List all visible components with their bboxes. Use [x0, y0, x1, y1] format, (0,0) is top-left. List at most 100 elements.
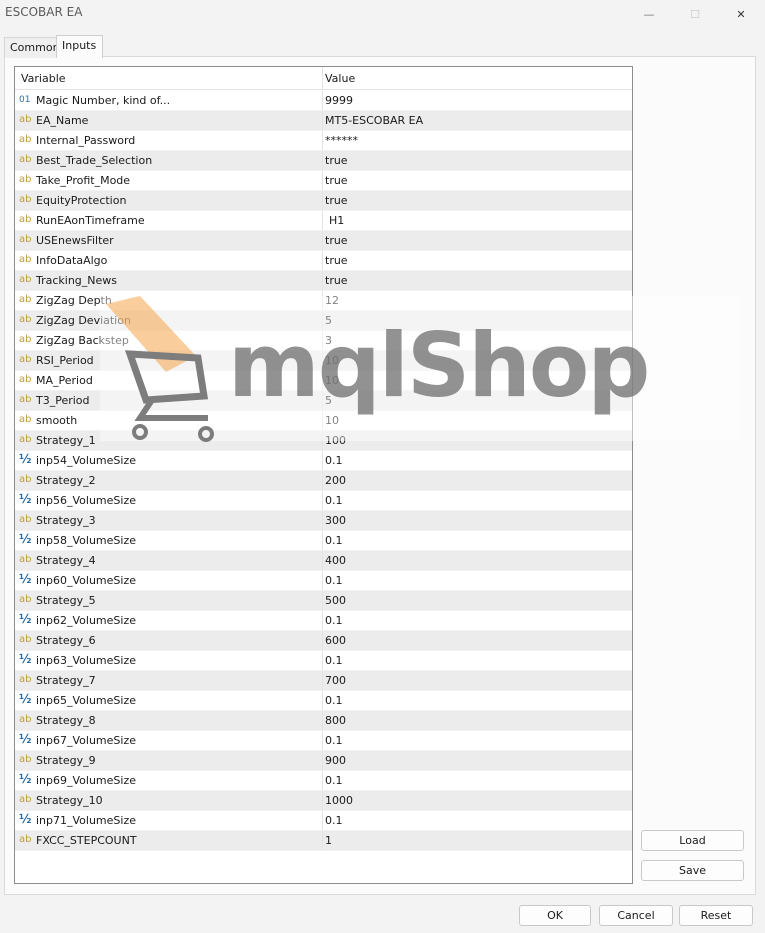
variable-name: MA_Period	[36, 374, 93, 387]
value-cell[interactable]: 700	[325, 671, 630, 690]
table-row[interactable]: ab Strategy_7 700	[15, 671, 632, 691]
string-icon: ab	[19, 174, 32, 185]
value-cell[interactable]: 0.1	[325, 731, 630, 750]
table-row[interactable]: ½ inp62_VolumeSize 0.1	[15, 611, 632, 631]
minimize-button[interactable]: —	[626, 0, 672, 28]
table-row[interactable]: ab FXCC_STEPCOUNT 1	[15, 831, 632, 851]
value-cell[interactable]: 900	[325, 751, 630, 770]
value-cell[interactable]: 300	[325, 511, 630, 530]
value-cell[interactable]: 9999	[325, 91, 630, 110]
value-cell[interactable]: 0.1	[325, 451, 630, 470]
table-row[interactable]: ab RunEAonTimeframe H1	[15, 211, 632, 231]
table-row[interactable]: ab ZigZag Backstep 3	[15, 331, 632, 351]
value-cell[interactable]: 0.1	[325, 571, 630, 590]
table-row[interactable]: ab EquityProtection true	[15, 191, 632, 211]
table-row[interactable]: ½ inp54_VolumeSize 0.1	[15, 451, 632, 471]
table-row[interactable]: ab Strategy_6 600	[15, 631, 632, 651]
close-button[interactable]: ✕	[718, 0, 764, 28]
value-cell[interactable]: H1	[325, 211, 632, 230]
ok-button[interactable]: OK	[519, 905, 591, 926]
table-row[interactable]: ab Tracking_News true	[15, 271, 632, 291]
value-cell[interactable]: 500	[325, 591, 630, 610]
table-row[interactable]: ab ZigZag Depth 12	[15, 291, 632, 311]
save-button[interactable]: Save	[641, 860, 744, 881]
table-row[interactable]: ab ZigZag Deviation 5	[15, 311, 632, 331]
table-row[interactable]: ab EA_Name MT5-ESCOBAR EA	[15, 111, 632, 131]
table-row[interactable]: ab T3_Period 5	[15, 391, 632, 411]
value-cell[interactable]: 5	[325, 311, 630, 330]
value-cell[interactable]: 1000	[325, 791, 630, 810]
value-cell[interactable]: true	[325, 151, 630, 170]
table-row[interactable]: ½ inp56_VolumeSize 0.1	[15, 491, 632, 511]
table-row[interactable]: ab Take_Profit_Mode true	[15, 171, 632, 191]
value-cell[interactable]: 0.1	[325, 611, 630, 630]
value-cell[interactable]: 1	[325, 831, 630, 850]
maximize-button[interactable]: ☐	[672, 0, 718, 28]
reset-button[interactable]: Reset	[679, 905, 753, 926]
table-row[interactable]: ½ inp69_VolumeSize 0.1	[15, 771, 632, 791]
value-cell[interactable]: 0.1	[325, 811, 630, 830]
table-row[interactable]: ½ inp63_VolumeSize 0.1	[15, 651, 632, 671]
value-cell[interactable]: 10	[325, 371, 630, 390]
variable-cell: ab MA_Period	[15, 371, 323, 390]
tab-common[interactable]: Common	[4, 37, 61, 58]
table-row[interactable]: ab RSI_Period 10	[15, 351, 632, 371]
value-cell[interactable]: true	[325, 271, 630, 290]
double-icon: ½	[19, 812, 32, 826]
column-header-value[interactable]: Value	[325, 67, 630, 89]
table-row[interactable]: ab Strategy_1 100	[15, 431, 632, 451]
table-row[interactable]: ½ inp58_VolumeSize 0.1	[15, 531, 632, 551]
value-cell[interactable]: 0.1	[325, 651, 630, 670]
table-row[interactable]: ab Strategy_10 1000	[15, 791, 632, 811]
value-cell[interactable]: true	[325, 191, 630, 210]
table-row[interactable]: ab InfoDataAlgo true	[15, 251, 632, 271]
value-cell[interactable]: 800	[325, 711, 630, 730]
value-cell[interactable]: 600	[325, 631, 630, 650]
variable-name: Take_Profit_Mode	[36, 174, 131, 187]
value-cell[interactable]: MT5-ESCOBAR EA	[325, 111, 630, 130]
table-row[interactable]: 01 Magic Number, kind of... 9999	[15, 91, 632, 111]
value-cell[interactable]: 3	[325, 331, 630, 350]
value-cell[interactable]: true	[325, 171, 630, 190]
variable-name: inp62_VolumeSize	[36, 614, 136, 627]
value-cell[interactable]: 200	[325, 471, 630, 490]
value-cell[interactable]: true	[325, 231, 630, 250]
table-row[interactable]: ab MA_Period 10	[15, 371, 632, 391]
table-row[interactable]: ab Strategy_2 200	[15, 471, 632, 491]
value-cell[interactable]: true	[325, 251, 630, 270]
load-button[interactable]: Load	[641, 830, 744, 851]
value-cell[interactable]: 0.1	[325, 771, 630, 790]
table-row[interactable]: ½ inp71_VolumeSize 0.1	[15, 811, 632, 831]
table-row[interactable]: ab Best_Trade_Selection true	[15, 151, 632, 171]
value-cell[interactable]: 400	[325, 551, 630, 570]
variable-cell: ½ inp69_VolumeSize	[15, 771, 323, 790]
table-row[interactable]: ab Strategy_9 900	[15, 751, 632, 771]
table-row[interactable]: ab Strategy_3 300	[15, 511, 632, 531]
value-cell[interactable]: 10	[325, 351, 630, 370]
string-icon: ab	[19, 514, 32, 525]
value-cell[interactable]: 12	[325, 291, 630, 310]
cancel-button[interactable]: Cancel	[599, 905, 673, 926]
table-row[interactable]: ab Strategy_5 500	[15, 591, 632, 611]
table-row[interactable]: ½ inp60_VolumeSize 0.1	[15, 571, 632, 591]
table-row[interactable]: ½ inp65_VolumeSize 0.1	[15, 691, 632, 711]
string-icon: ab	[19, 214, 32, 225]
table-row[interactable]: ab Strategy_8 800	[15, 711, 632, 731]
value-cell[interactable]: 5	[325, 391, 630, 410]
value-cell[interactable]: 0.1	[325, 691, 630, 710]
string-icon: ab	[19, 394, 32, 405]
value-cell[interactable]: 100	[325, 431, 630, 450]
table-row[interactable]: ab Strategy_4 400	[15, 551, 632, 571]
value-cell[interactable]: ******	[325, 131, 630, 150]
column-header-variable[interactable]: Variable	[15, 67, 323, 89]
tab-inputs[interactable]: Inputs	[56, 35, 103, 58]
variable-cell: ab Strategy_2	[15, 471, 323, 490]
value-cell[interactable]: 0.1	[325, 531, 630, 550]
value-cell[interactable]: 10	[325, 411, 630, 430]
table-row[interactable]: ab smooth 10	[15, 411, 632, 431]
value-cell[interactable]: 0.1	[325, 491, 630, 510]
table-row[interactable]: ab Internal_Password ******	[15, 131, 632, 151]
table-row[interactable]: ½ inp67_VolumeSize 0.1	[15, 731, 632, 751]
variable-cell: ab Strategy_1	[15, 431, 323, 450]
table-row[interactable]: ab USEnewsFilter true	[15, 231, 632, 251]
